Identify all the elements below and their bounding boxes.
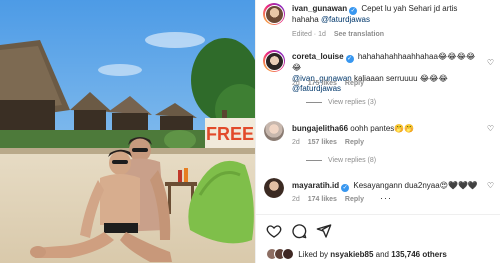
caption-username[interactable]: ivan_gunawan: [292, 4, 347, 13]
comment-reply-button[interactable]: Reply: [345, 139, 364, 146]
replies-dash: [306, 101, 322, 103]
comment-text-block-2: bungajelitha66 oohh pantes🤭🤭: [292, 124, 482, 135]
comment-like-heart-icon[interactable]: ♡: [487, 124, 494, 135]
see-translation-button[interactable]: See translation: [334, 31, 384, 38]
comment-like-heart-icon[interactable]: ♡: [487, 181, 494, 192]
share-icon[interactable]: [316, 223, 332, 239]
comment-more-options-icon[interactable]: ···: [380, 193, 392, 203]
comment-avatar-coreta[interactable]: [263, 50, 285, 72]
comment-likes[interactable]: 174 likes: [308, 196, 337, 203]
comment-likes[interactable]: 157 likes: [308, 139, 337, 146]
comment-text-cont: kaliaaan serruuuu 😂😂😂: [351, 73, 448, 83]
view-replies-button[interactable]: View replies (8): [306, 157, 376, 164]
liked-by-and: and: [373, 250, 392, 259]
caption-meta: Edited · 1d See translation: [292, 30, 384, 41]
liked-by-user[interactable]: nsyakieb85: [330, 250, 373, 259]
comment-meta: 2d 175 likes Reply: [292, 79, 364, 90]
post-photo[interactable]: FREE: [0, 0, 255, 263]
caption-text-block: ivan_gunawan ✓ Cepet lu yah Sehari jd art…: [292, 4, 482, 26]
caption-mention[interactable]: @faturdjawas: [321, 15, 370, 24]
comment-username[interactable]: bungajelitha66: [292, 124, 348, 133]
post-actions-bar: [266, 223, 332, 239]
comment-reply-button[interactable]: Reply: [345, 196, 364, 203]
verified-badge-icon: ✓: [345, 55, 354, 63]
comment-likes[interactable]: 175 likes: [308, 80, 337, 87]
liked-by-avatars[interactable]: [266, 248, 296, 260]
view-replies-button[interactable]: View replies (3): [306, 99, 376, 106]
actions-divider: [256, 214, 500, 215]
view-replies-label: View replies (8): [328, 157, 377, 164]
replies-dash: [306, 159, 322, 161]
verified-badge-icon: ✓: [349, 7, 358, 15]
comment-like-heart-icon[interactable]: ♡: [487, 58, 494, 69]
comment-text-block-3: mayaratih.id ✓ Kesayangann dua2nyaa😍🖤🖤🖤: [292, 181, 482, 192]
comment-avatar-maya[interactable]: [264, 178, 284, 198]
comment-username[interactable]: coreta_louise: [292, 52, 344, 61]
comment-reply-button[interactable]: Reply: [345, 80, 364, 87]
comment-meta: 2d 157 likes Reply: [292, 138, 364, 149]
beach-photo-illustration: FREE: [0, 0, 255, 263]
comment-icon[interactable]: [291, 223, 307, 239]
photo-sign-text: FREE: [206, 124, 254, 144]
liked-by-line: Liked by nsyakieb85 and 135,746 others: [266, 248, 447, 260]
comment-age: 2d: [292, 196, 300, 203]
comment-age: 2d: [292, 139, 300, 146]
comment-age: 2d: [292, 80, 300, 87]
comment-avatar-bunga[interactable]: [264, 121, 284, 141]
liked-by-prefix: Liked by: [298, 250, 331, 259]
comment-username[interactable]: mayaratih.id: [292, 181, 339, 190]
heart-icon[interactable]: [266, 223, 282, 239]
caption-avatar[interactable]: [263, 3, 285, 25]
liked-by-others[interactable]: 135,746 others: [391, 250, 447, 259]
view-replies-label: View replies (3): [328, 99, 377, 106]
caption-edited-age: Edited · 1d: [292, 31, 326, 38]
comments-panel: ivan_gunawan ✓ Cepet lu yah Sehari jd art…: [255, 0, 500, 263]
comment-meta: 2d 174 likes Reply: [292, 195, 364, 206]
verified-badge-icon: ✓: [341, 184, 350, 192]
comment-text: Kesayangann dua2nyaa😍🖤🖤🖤: [353, 181, 478, 190]
comment-text: oohh pantes🤭🤭: [350, 124, 415, 133]
